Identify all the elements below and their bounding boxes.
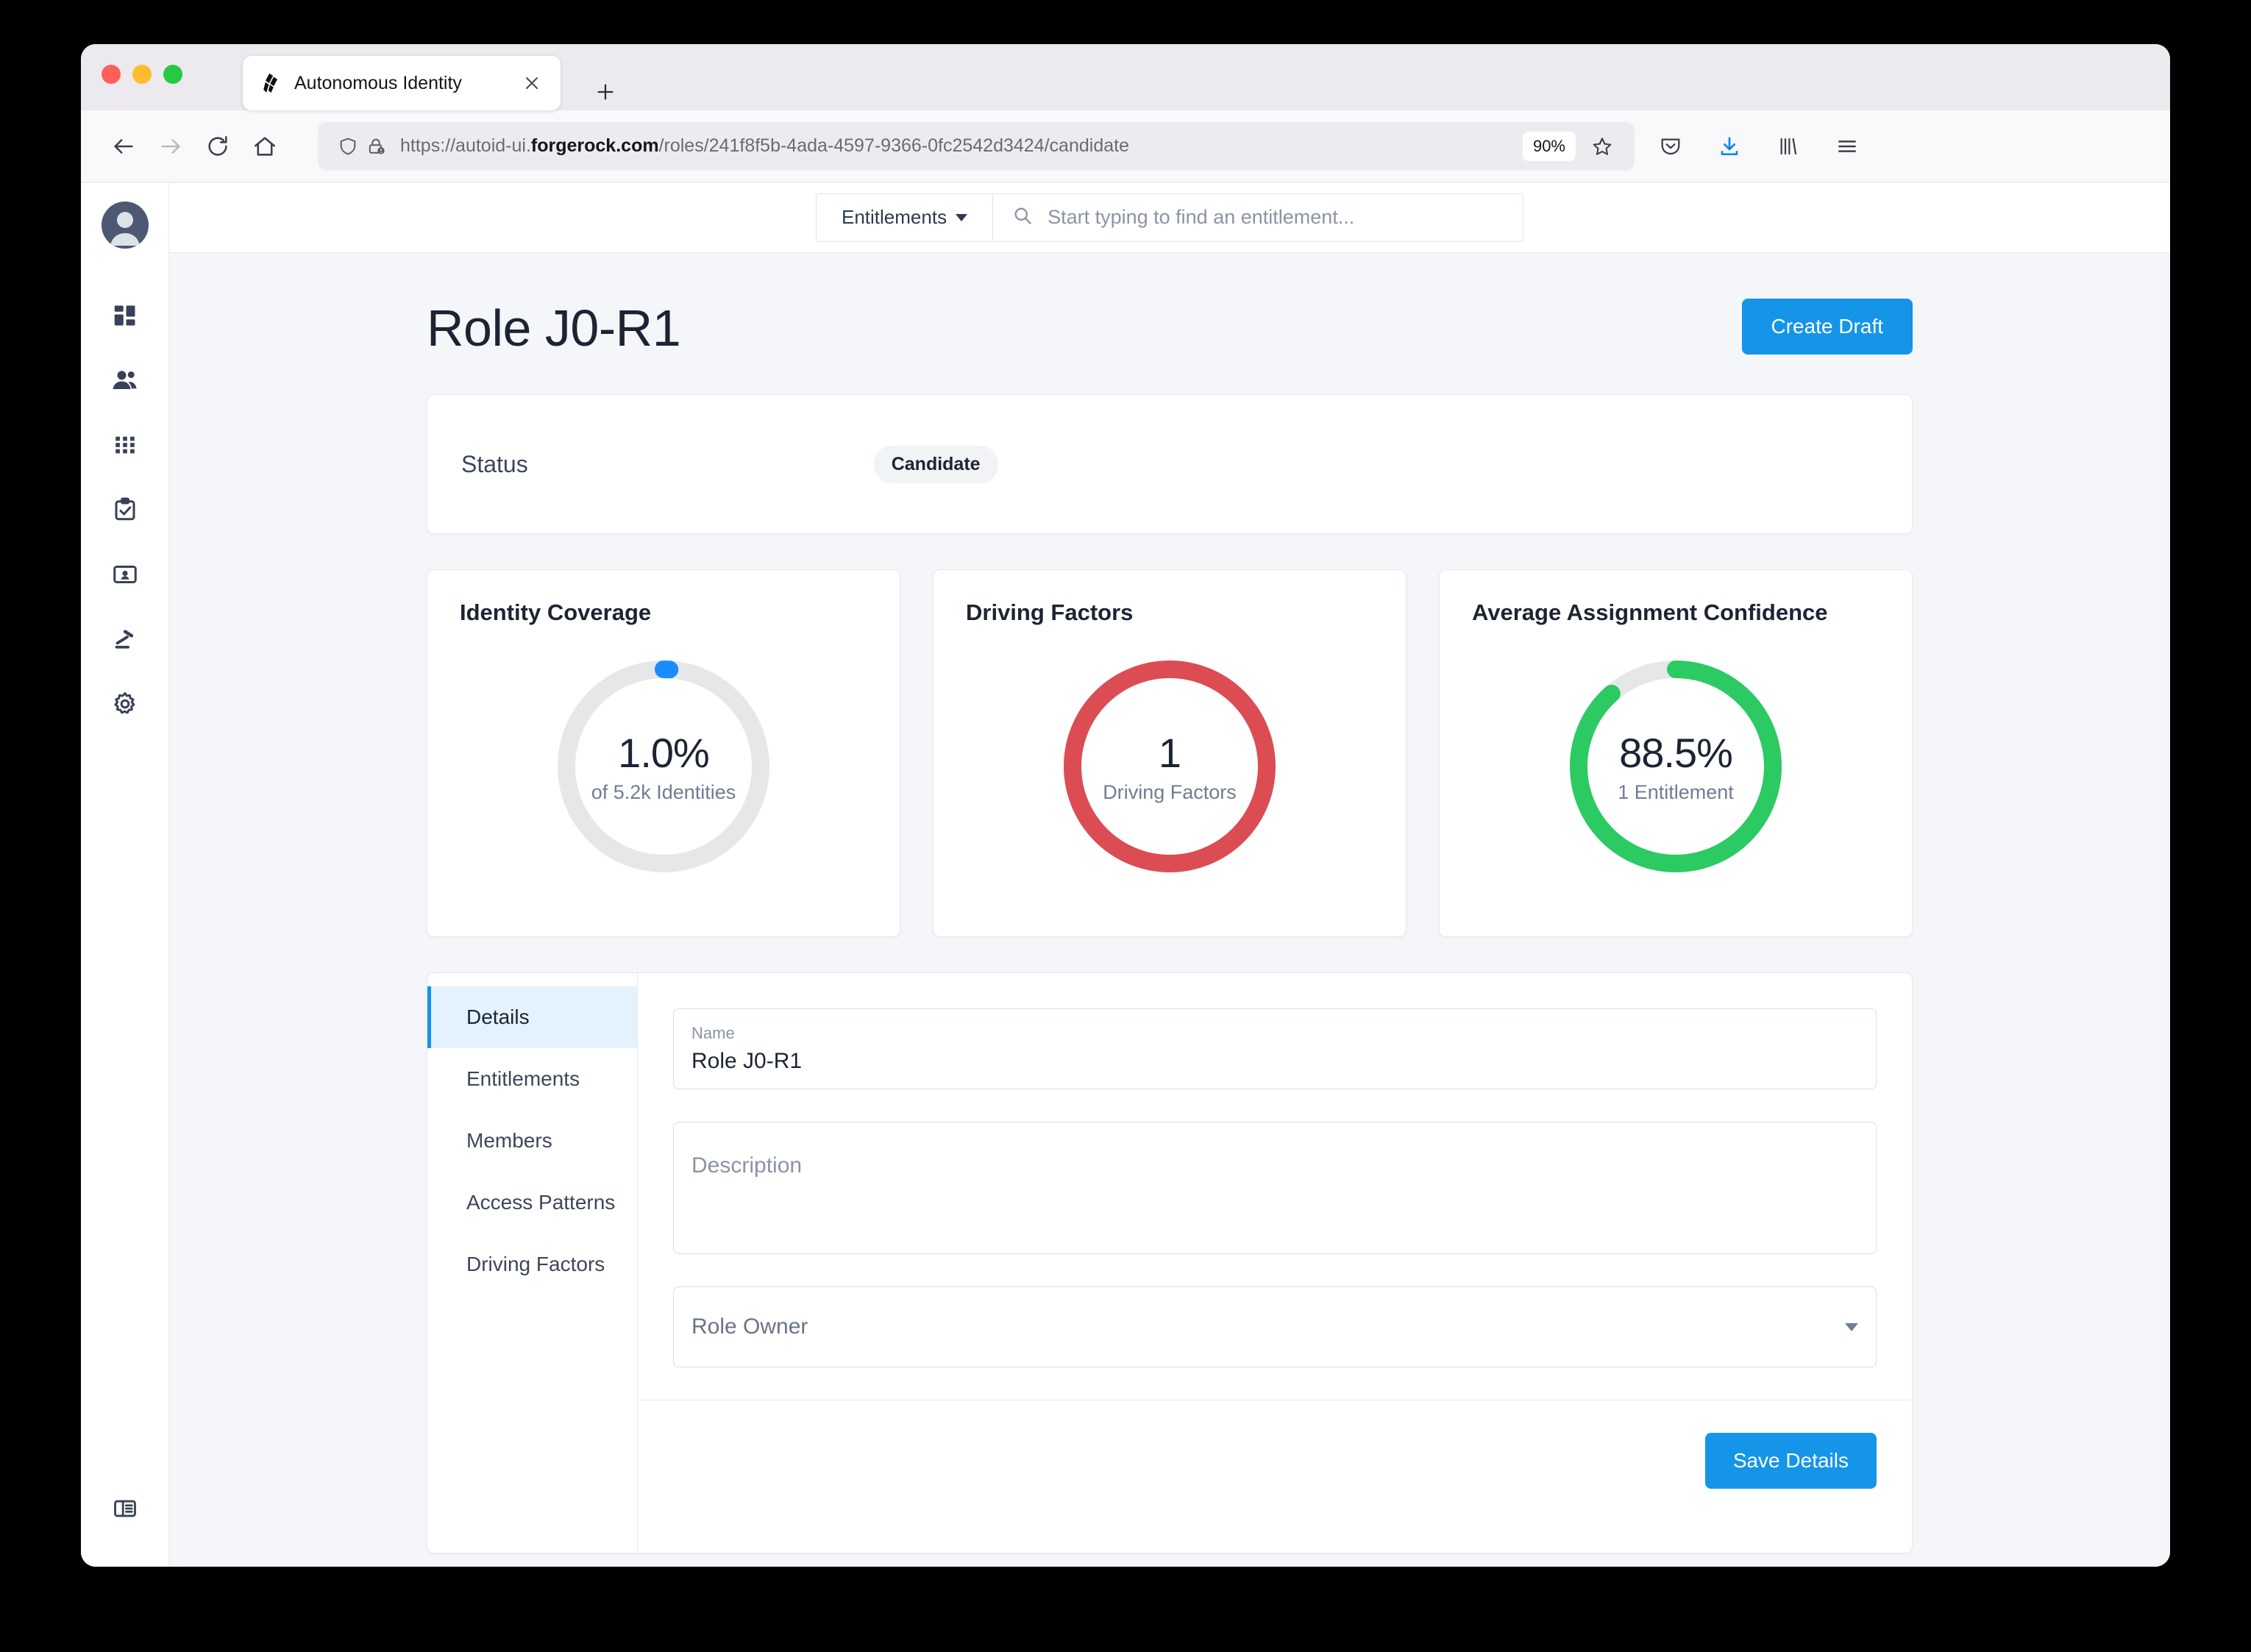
tab-members[interactable]: Members [427,1110,637,1172]
role-owner-select[interactable]: Role Owner [673,1286,1877,1367]
tab-driving-factors[interactable]: Driving Factors [427,1233,637,1295]
metric-value: 1.0% [618,729,709,777]
arrow-right-icon[interactable] [147,123,194,170]
global-search: Entitlements Start typing to find an ent… [816,193,1523,242]
page-header: Role J0-R1 Create Draft [427,299,1913,357]
description-input[interactable]: Description [691,1153,802,1178]
browser-window: Autonomous Identity [81,44,2170,1567]
gavel-icon [112,626,138,656]
page-content: Role J0-R1 Create Draft Status Candidate… [169,253,2170,1567]
metric-subtitle: Driving Factors [1103,781,1237,804]
browser-navbar: https://autoid-ui.forgerock.com/roles/24… [81,110,2170,182]
close-window-button[interactable] [102,65,121,84]
metric-title: Identity Coverage [460,599,867,626]
sidebar-item-applications[interactable] [96,418,154,475]
tab-title: Autonomous Identity [294,73,519,94]
gear-icon [112,691,138,721]
details-tabs: Details Entitlements Members Access Patt… [427,973,638,1553]
minimize-window-button[interactable] [132,65,152,84]
metric-title: Driving Factors [966,599,1373,626]
details-form: Name Role J0-R1 Description Role Owner [638,973,1912,1553]
app-viewport: Entitlements Start typing to find an ent… [81,182,2170,1567]
user-avatar[interactable] [102,202,149,249]
browser-tab[interactable]: Autonomous Identity [243,56,561,110]
metric-title: Average Assignment Confidence [1472,599,1880,626]
browser-toolbar-actions [1654,129,1870,163]
sidebar-footer [81,1481,168,1546]
hamburger-menu-icon[interactable] [1830,129,1864,163]
tab-entitlements[interactable]: Entitlements [427,1048,637,1110]
search-icon [1012,205,1033,229]
create-draft-button[interactable]: Create Draft [1742,299,1913,355]
id-card-icon [112,561,138,591]
search-input[interactable]: Start typing to find an entitlement... [1048,206,1354,229]
donut-chart-driving-factors: 1 Driving Factors [966,626,1373,907]
tab-details[interactable]: Details [427,986,637,1048]
sidebar-item-settings[interactable] [96,677,154,734]
details-panel: Details Entitlements Members Access Patt… [427,972,1913,1553]
save-details-button[interactable]: Save Details [1705,1433,1877,1489]
reload-icon[interactable] [194,123,241,170]
sidebar-item-dashboard[interactable] [96,288,154,346]
page-title: Role J0-R1 [427,299,680,357]
library-icon[interactable] [1771,129,1805,163]
zoom-level-badge[interactable]: 90% [1523,132,1576,161]
forgerock-logo-icon [259,72,281,94]
search-scope-select[interactable]: Entitlements [817,194,993,241]
close-icon[interactable] [519,71,544,96]
metric-value: 88.5% [1619,729,1732,777]
caret-down-icon [1845,1323,1858,1331]
download-icon[interactable] [1713,129,1746,163]
name-input[interactable]: Role J0-R1 [691,1049,1858,1074]
name-field[interactable]: Name Role J0-R1 [673,1008,1877,1089]
toggle-sidebar-button[interactable] [96,1481,154,1539]
lock-warning-icon[interactable] [362,132,390,160]
window-controls [102,65,182,84]
sidebar-item-certifications[interactable] [96,483,154,540]
status-badge: Candidate [874,446,998,483]
shield-icon[interactable] [334,132,362,160]
dashboard-icon [112,302,138,332]
name-label: Name [691,1024,1858,1043]
clipboard-check-icon [112,496,138,527]
app-sidebar [81,182,169,1567]
search-scope-label: Entitlements [842,206,947,229]
description-field[interactable]: Description [673,1122,1877,1254]
url-bar[interactable]: https://autoid-ui.forgerock.com/roles/24… [318,122,1635,171]
browser-tabstrip: Autonomous Identity [81,44,2170,110]
sidebar-toggle-icon [113,1496,138,1525]
status-label: Status [461,451,528,478]
metric-cards: Identity Coverage 1.0% of 5.2 [427,569,1913,937]
donut-chart-identity-coverage: 1.0% of 5.2k Identities [460,626,867,907]
metric-card-driving-factors: Driving Factors 1 Driving Factors [933,569,1407,937]
role-owner-value: Role Owner [691,1314,808,1339]
details-form-footer: Save Details [638,1400,1912,1521]
sidebar-item-identities[interactable] [96,353,154,410]
main-column: Entitlements Start typing to find an ent… [169,182,2170,1567]
people-icon [112,367,138,397]
status-card: Status Candidate [427,394,1913,534]
plus-icon[interactable] [588,75,622,109]
metric-subtitle: 1 Entitlement [1618,781,1734,804]
url-text[interactable]: https://autoid-ui.forgerock.com/roles/24… [400,135,1523,157]
metric-subtitle: of 5.2k Identities [591,781,736,804]
apps-grid-icon [113,432,138,461]
donut-chart-average-assignment-confidence: 88.5% 1 Entitlement [1472,626,1880,907]
caret-down-icon [956,214,967,221]
metric-card-average-assignment-confidence: Average Assignment Confidence 88.5% [1439,569,1913,937]
search-input-wrap[interactable]: Start typing to find an entitlement... [993,194,1523,241]
home-icon[interactable] [241,123,288,170]
star-icon[interactable] [1586,130,1618,163]
sidebar-item-governance[interactable] [96,612,154,669]
maximize-window-button[interactable] [163,65,182,84]
sidebar-item-roles[interactable] [96,547,154,605]
metric-card-identity-coverage: Identity Coverage 1.0% of 5.2 [427,569,900,937]
tab-access-patterns[interactable]: Access Patterns [427,1172,637,1233]
arrow-left-icon[interactable] [100,123,147,170]
app-header: Entitlements Start typing to find an ent… [169,182,2170,253]
pocket-icon[interactable] [1654,129,1688,163]
metric-value: 1 [1159,729,1181,777]
